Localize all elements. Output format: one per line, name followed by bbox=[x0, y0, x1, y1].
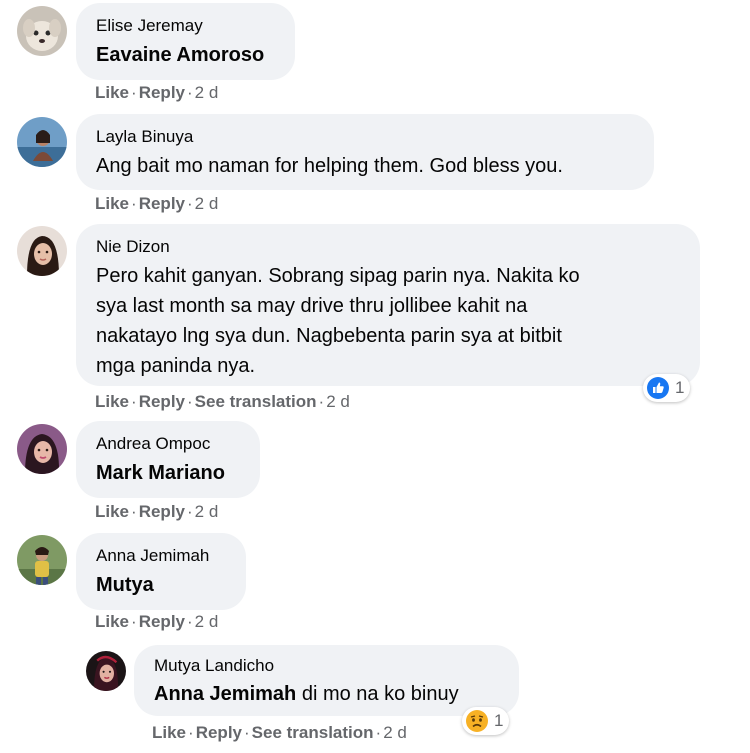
like-button[interactable]: Like bbox=[95, 502, 129, 521]
comment-text-line: sya last month sa may drive thru jollibe… bbox=[96, 295, 528, 317]
comment-author[interactable]: Anna Jemimah bbox=[96, 545, 226, 567]
avatar[interactable] bbox=[86, 651, 126, 691]
separator: · bbox=[375, 723, 382, 742]
comment-text[interactable]: Eavaine Amoroso bbox=[96, 40, 275, 70]
avatar[interactable] bbox=[17, 117, 67, 167]
like-button[interactable]: Like bbox=[95, 612, 129, 631]
comment-text[interactable]: Mark Mariano bbox=[96, 458, 240, 488]
avatar[interactable] bbox=[17, 424, 67, 474]
comment-text: Anna Jemimah di mo na ko binuy bbox=[154, 679, 499, 709]
reply-button[interactable]: Reply bbox=[139, 612, 185, 631]
timestamp[interactable]: 2 d bbox=[195, 612, 219, 631]
comment-text[interactable]: Mutya bbox=[96, 570, 226, 600]
see-translation-button[interactable]: See translation bbox=[252, 723, 374, 742]
reaction-count-badge[interactable]: 1 bbox=[643, 374, 691, 402]
separator: · bbox=[131, 194, 137, 213]
comment-actions: Like · Reply · See translation · 2 d bbox=[95, 392, 350, 412]
separator: · bbox=[131, 502, 137, 521]
separator: · bbox=[187, 83, 193, 102]
comment-author[interactable]: Nie Dizon bbox=[96, 236, 680, 258]
avatar[interactable] bbox=[17, 226, 67, 276]
comment-text-line: Pero kahit ganyan. Sobrang sipag parin n… bbox=[96, 265, 580, 287]
comment-text-line: mga paninda nya. bbox=[96, 355, 256, 377]
comment-bubble: Nie Dizon Pero kahit ganyan. Sobrang sip… bbox=[76, 224, 700, 386]
comment-author[interactable]: Mutya Landicho bbox=[154, 655, 499, 677]
timestamp[interactable]: 2 d bbox=[195, 83, 219, 102]
separator: · bbox=[187, 502, 193, 521]
reaction-count: 1 bbox=[675, 378, 685, 397]
like-reaction-icon bbox=[647, 377, 669, 399]
separator: · bbox=[131, 83, 137, 102]
like-button[interactable]: Like bbox=[95, 83, 129, 102]
timestamp[interactable]: 2 d bbox=[383, 723, 407, 742]
comment-text-line: nakatayo lng sya dun. Nagbebenta parin s… bbox=[96, 325, 562, 347]
comment-text: Ang bait mo naman for helping them. God … bbox=[96, 155, 563, 177]
reply-button[interactable]: Reply bbox=[139, 194, 185, 213]
comment-text: Pero kahit ganyan. Sobrang sipag parin n… bbox=[96, 261, 680, 381]
comment-bubble: Anna Jemimah Mutya bbox=[76, 533, 246, 610]
reaction-count: 1 bbox=[494, 711, 504, 730]
reaction-count-badge[interactable]: 1 bbox=[462, 707, 510, 735]
separator: · bbox=[187, 612, 193, 631]
sad-reaction-icon bbox=[466, 710, 488, 732]
avatar[interactable] bbox=[17, 535, 67, 585]
see-translation-button[interactable]: See translation bbox=[195, 392, 317, 411]
comment-author[interactable]: Layla Binuya bbox=[96, 126, 634, 148]
comment-bubble: Layla Binuya Ang bait mo naman for helpi… bbox=[76, 114, 654, 190]
separator: · bbox=[187, 194, 193, 213]
comment-actions: Like · Reply · 2 d bbox=[95, 502, 218, 522]
like-button[interactable]: Like bbox=[152, 723, 186, 742]
reply-button[interactable]: Reply bbox=[139, 392, 185, 411]
separator: · bbox=[244, 723, 250, 742]
reply-button[interactable]: Reply bbox=[139, 502, 185, 521]
comment-actions: Like · Reply · See translation · 2 d bbox=[152, 723, 407, 743]
separator: · bbox=[188, 723, 194, 742]
comment-actions: Like · Reply · 2 d bbox=[95, 83, 218, 103]
like-button[interactable]: Like bbox=[95, 392, 129, 411]
comment-author[interactable]: Elise Jeremay bbox=[96, 15, 275, 37]
comment-bubble: Andrea Ompoc Mark Mariano bbox=[76, 421, 260, 498]
separator: · bbox=[131, 612, 137, 631]
reply-button[interactable]: Reply bbox=[139, 83, 185, 102]
timestamp[interactable]: 2 d bbox=[195, 194, 219, 213]
separator: · bbox=[318, 392, 325, 411]
comment-text-body: di mo na ko binuy bbox=[301, 683, 459, 705]
separator: · bbox=[131, 392, 137, 411]
timestamp[interactable]: 2 d bbox=[195, 502, 219, 521]
timestamp[interactable]: 2 d bbox=[326, 392, 350, 411]
reply-button[interactable]: Reply bbox=[196, 723, 242, 742]
like-button[interactable]: Like bbox=[95, 194, 129, 213]
separator: · bbox=[187, 392, 193, 411]
comment-author[interactable]: Andrea Ompoc bbox=[96, 433, 240, 455]
mention-link[interactable]: Anna Jemimah bbox=[154, 683, 296, 705]
comment-actions: Like · Reply · 2 d bbox=[95, 194, 218, 214]
comment-actions: Like · Reply · 2 d bbox=[95, 612, 218, 632]
comment-bubble: Elise Jeremay Eavaine Amoroso bbox=[76, 3, 295, 80]
comment-bubble: Mutya Landicho Anna Jemimah di mo na ko … bbox=[134, 645, 519, 716]
avatar[interactable] bbox=[17, 6, 67, 56]
